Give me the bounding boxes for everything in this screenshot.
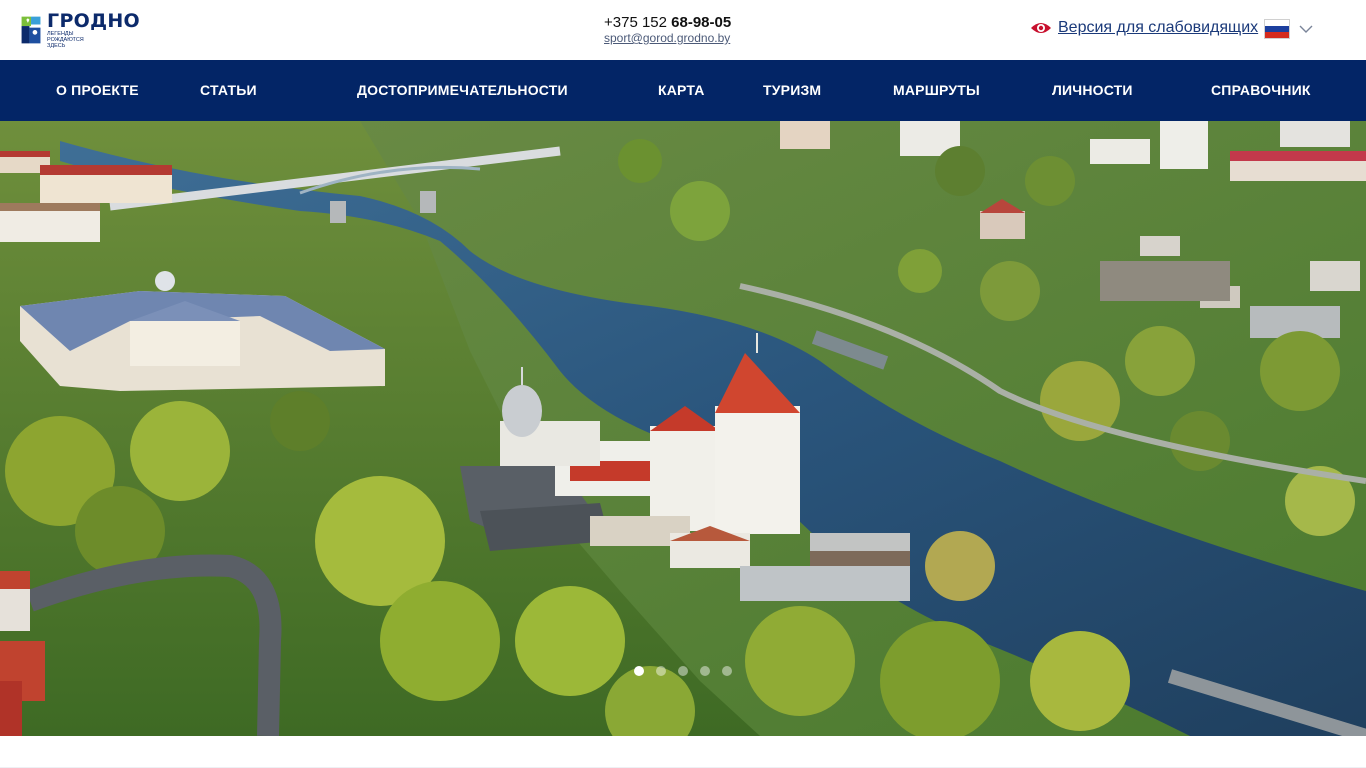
nav-item-sights[interactable]: ДОСТОПРИМЕЧАТЕЛЬНОСТИ [357,60,568,121]
slider-dot-1[interactable] [634,666,644,676]
main-navigation: О ПРОЕКТЕ СТАТЬИ ДОСТОПРИМЕЧАТЕЛЬНОСТИ К… [0,60,1366,121]
russian-flag-icon [1264,19,1290,39]
logo-tagline: ЛЕГЕНДЫ РОЖДАЮТСЯ ЗДЕСЬ [47,31,84,49]
nav-item-map[interactable]: КАРТА [658,60,705,121]
chevron-down-icon [1299,25,1313,33]
hero-slider[interactable] [0,121,1366,736]
slider-dot-5[interactable] [722,666,732,676]
email-link[interactable]: sport@gorod.grodno.by [604,31,731,46]
nav-item-articles[interactable]: СТАТЬИ [200,60,257,121]
phone-main: 68-98-05 [671,14,732,31]
nav-item-directory[interactable]: СПРАВОЧНИК [1211,60,1311,121]
slider-pagination [634,666,744,676]
site-header: ГРОДНО ЛЕГЕНДЫ РОЖДАЮТСЯ ЗДЕСЬ +375 152 … [0,0,1366,60]
content-strip [0,736,1366,768]
nav-item-routes[interactable]: МАРШРУТЫ [893,60,980,121]
phone-prefix: +375 152 [604,14,672,31]
low-vision-version-link[interactable]: Версия для слабовидящих [1030,19,1258,37]
nav-item-about[interactable]: О ПРОЕКТЕ [56,60,139,121]
language-selector[interactable] [1264,19,1313,39]
hero-aerial-image [0,121,1366,736]
logo-name: ГРОДНО [47,10,140,32]
slider-dot-4[interactable] [700,666,710,676]
site-logo[interactable]: ГРОДНО ЛЕГЕНДЫ РОЖДАЮТСЯ ЗДЕСЬ [20,10,140,50]
slider-dot-3[interactable] [678,666,688,676]
low-vision-label: Версия для слабовидящих [1058,19,1259,36]
nav-item-personalities[interactable]: ЛИЧНОСТИ [1052,60,1133,121]
phone-number[interactable]: +375 152 68-98-05 [604,14,731,31]
contacts-block: +375 152 68-98-05 sport@gorod.grodno.by [604,14,731,46]
eye-icon [1031,23,1051,33]
logo-emblem-icon [20,15,42,45]
slider-dot-2[interactable] [656,666,666,676]
nav-item-tourism[interactable]: ТУРИЗМ [763,60,821,121]
